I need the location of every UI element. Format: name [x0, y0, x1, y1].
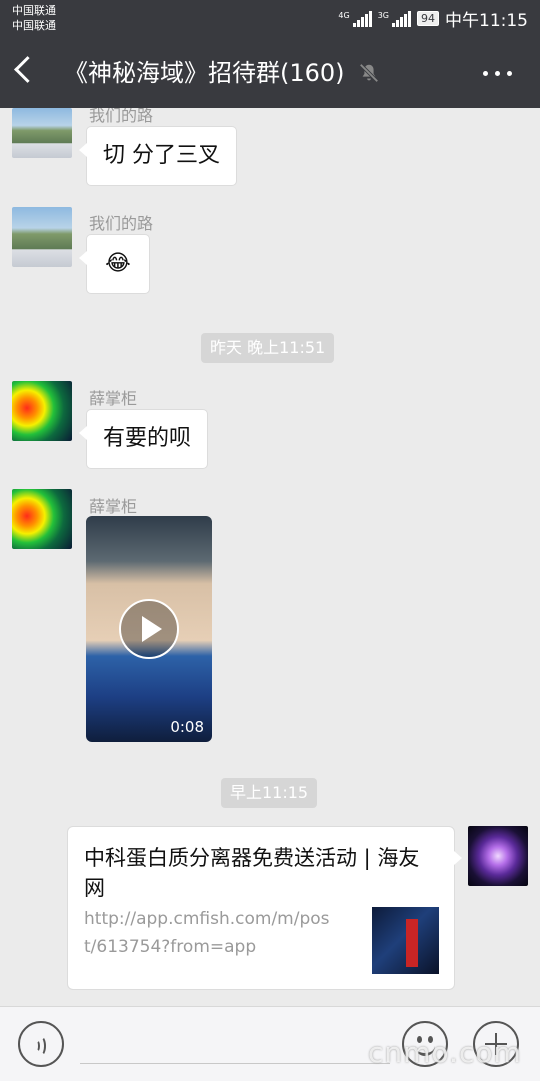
carrier-1: 中国联通: [12, 4, 56, 17]
chat-title: 《神秘海域》招待群(160): [64, 59, 345, 87]
message-text: 有要的呗: [103, 426, 192, 451]
message-bubble[interactable]: 有要的呗: [78, 409, 209, 469]
status-time: 中午11:15: [445, 11, 528, 31]
link-title: 中科蛋白质分离器免费送活动 | 海友网: [84, 846, 420, 900]
link-thumbnail: [372, 907, 439, 974]
sim1-network-type: 4G: [338, 10, 350, 20]
message-text: 切 分了三叉: [103, 143, 220, 168]
message-bubble[interactable]: 😂: [79, 234, 150, 294]
back-arrow-icon[interactable]: [14, 56, 41, 83]
voice-input-icon[interactable]: [18, 1021, 64, 1067]
sender-name: 我们的路: [89, 214, 154, 233]
signal-1-icon: 4G: [338, 10, 372, 27]
watermark: cnmo.com: [368, 1036, 522, 1069]
link-url: http://app.cmfish.com/m/post/613754?from…: [84, 909, 330, 957]
video-duration: 0:08: [170, 718, 204, 736]
avatar[interactable]: [12, 489, 72, 549]
chat-header: 《神秘海域》招待群(160): [0, 38, 540, 108]
battery-icon: 94: [417, 11, 439, 26]
status-bar: 中国联通 中国联通 4G 3G 94 中午11:15: [0, 0, 540, 38]
avatar[interactable]: [12, 108, 72, 158]
more-dots-icon[interactable]: [483, 71, 512, 76]
message-bubble[interactable]: 切 分了三叉: [79, 126, 237, 186]
timestamp-divider: 早上11:15: [221, 778, 318, 808]
sim2-network-type: 3G: [377, 10, 389, 20]
sender-name: 我们的路: [89, 108, 154, 125]
laughing-emoji-icon: 😂: [105, 251, 131, 276]
play-icon[interactable]: [119, 599, 179, 659]
sender-name: 薛掌柜: [89, 497, 138, 516]
carrier-info: 中国联通 中国联通: [12, 3, 56, 33]
video-message[interactable]: 0:08: [86, 516, 212, 742]
sender-name: 薛掌柜: [89, 389, 138, 408]
signal-2-icon: 3G: [377, 10, 411, 27]
timestamp-divider: 昨天 晚上11:51: [201, 333, 335, 363]
message-list[interactable]: 我们的路 切 分了三叉 我们的路 😂 昨天 晚上11:51 薛掌柜 有要的呗 薛…: [0, 108, 540, 1006]
avatar[interactable]: [12, 381, 72, 441]
my-avatar[interactable]: [468, 826, 528, 886]
bell-muted-icon: [359, 63, 379, 83]
message-input[interactable]: [80, 1063, 390, 1064]
link-card[interactable]: 中科蛋白质分离器免费送活动 | 海友网 http://app.cmfish.co…: [67, 826, 462, 990]
carrier-2: 中国联通: [12, 19, 56, 32]
avatar[interactable]: [12, 207, 72, 267]
